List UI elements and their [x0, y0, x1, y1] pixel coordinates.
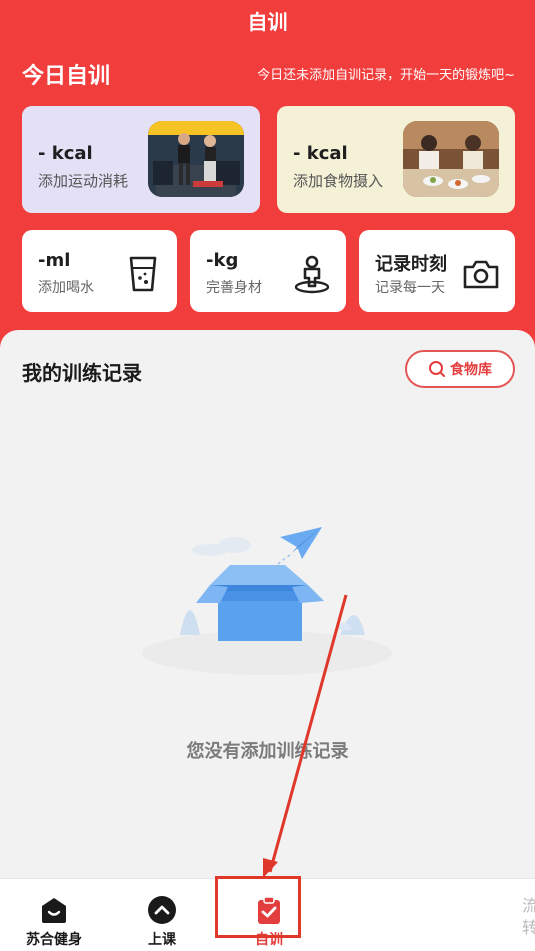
food-calorie-card[interactable]: - kcal 添加食物摄入 [277, 106, 515, 213]
body-icon [294, 255, 330, 294]
home-icon [42, 898, 66, 923]
page-title: 自训 [247, 10, 288, 34]
sport-kcal-value: - kcal [38, 143, 93, 164]
food-database-button[interactable]: 食物库 [405, 350, 515, 388]
water-card[interactable]: -ml 添加喝水 [22, 230, 177, 312]
weight-value: -kg [206, 250, 239, 271]
chevron-up-icon [148, 896, 176, 924]
section-title: 我的训练记录 [22, 361, 142, 385]
tab-partial-label: 流转 [522, 896, 535, 937]
tab-class-label: 上课 [148, 932, 176, 948]
empty-state-text: 您没有添加训练记录 [186, 741, 349, 762]
box-icon [196, 565, 324, 641]
water-label: 添加喝水 [38, 280, 94, 296]
cup-icon [129, 256, 157, 292]
today-hint: 今日还未添加自训记录，开始一天的锻炼吧~ [257, 68, 515, 83]
food-database-label: 食物库 [450, 362, 492, 378]
weight-label: 完善身材 [206, 280, 262, 296]
training-records-panel: 我的训练记录 食物库 您没有添加训练记录 [0, 330, 535, 830]
self-tab-highlight-box [215, 876, 301, 938]
moment-label: 记录每一天 [375, 280, 445, 296]
search-icon [429, 361, 445, 377]
sport-photo [148, 121, 244, 197]
weight-card[interactable]: -kg 完善身材 [190, 230, 346, 312]
tab-class[interactable]: 上课 [124, 879, 200, 951]
record-moment-card[interactable]: 记录时刻 记录每一天 [359, 230, 515, 312]
water-value: -ml [38, 250, 71, 271]
tab-home-label: 苏合健身 [26, 932, 82, 948]
food-photo [403, 121, 499, 197]
sport-calorie-card[interactable]: - kcal 添加运动消耗 [22, 106, 260, 213]
camera-icon [463, 260, 499, 289]
food-kcal-value: - kcal [293, 143, 348, 164]
tab-home[interactable]: 苏合健身 [16, 879, 92, 951]
empty-state-illustration [142, 527, 392, 675]
today-title: 今日自训 [22, 64, 111, 89]
paper-plane-icon [280, 527, 322, 559]
tab-partial-offscreen: 流转 [522, 895, 535, 939]
sport-kcal-label: 添加运动消耗 [38, 172, 129, 190]
moment-title: 记录时刻 [375, 254, 447, 275]
food-kcal-label: 添加食物摄入 [293, 172, 384, 190]
